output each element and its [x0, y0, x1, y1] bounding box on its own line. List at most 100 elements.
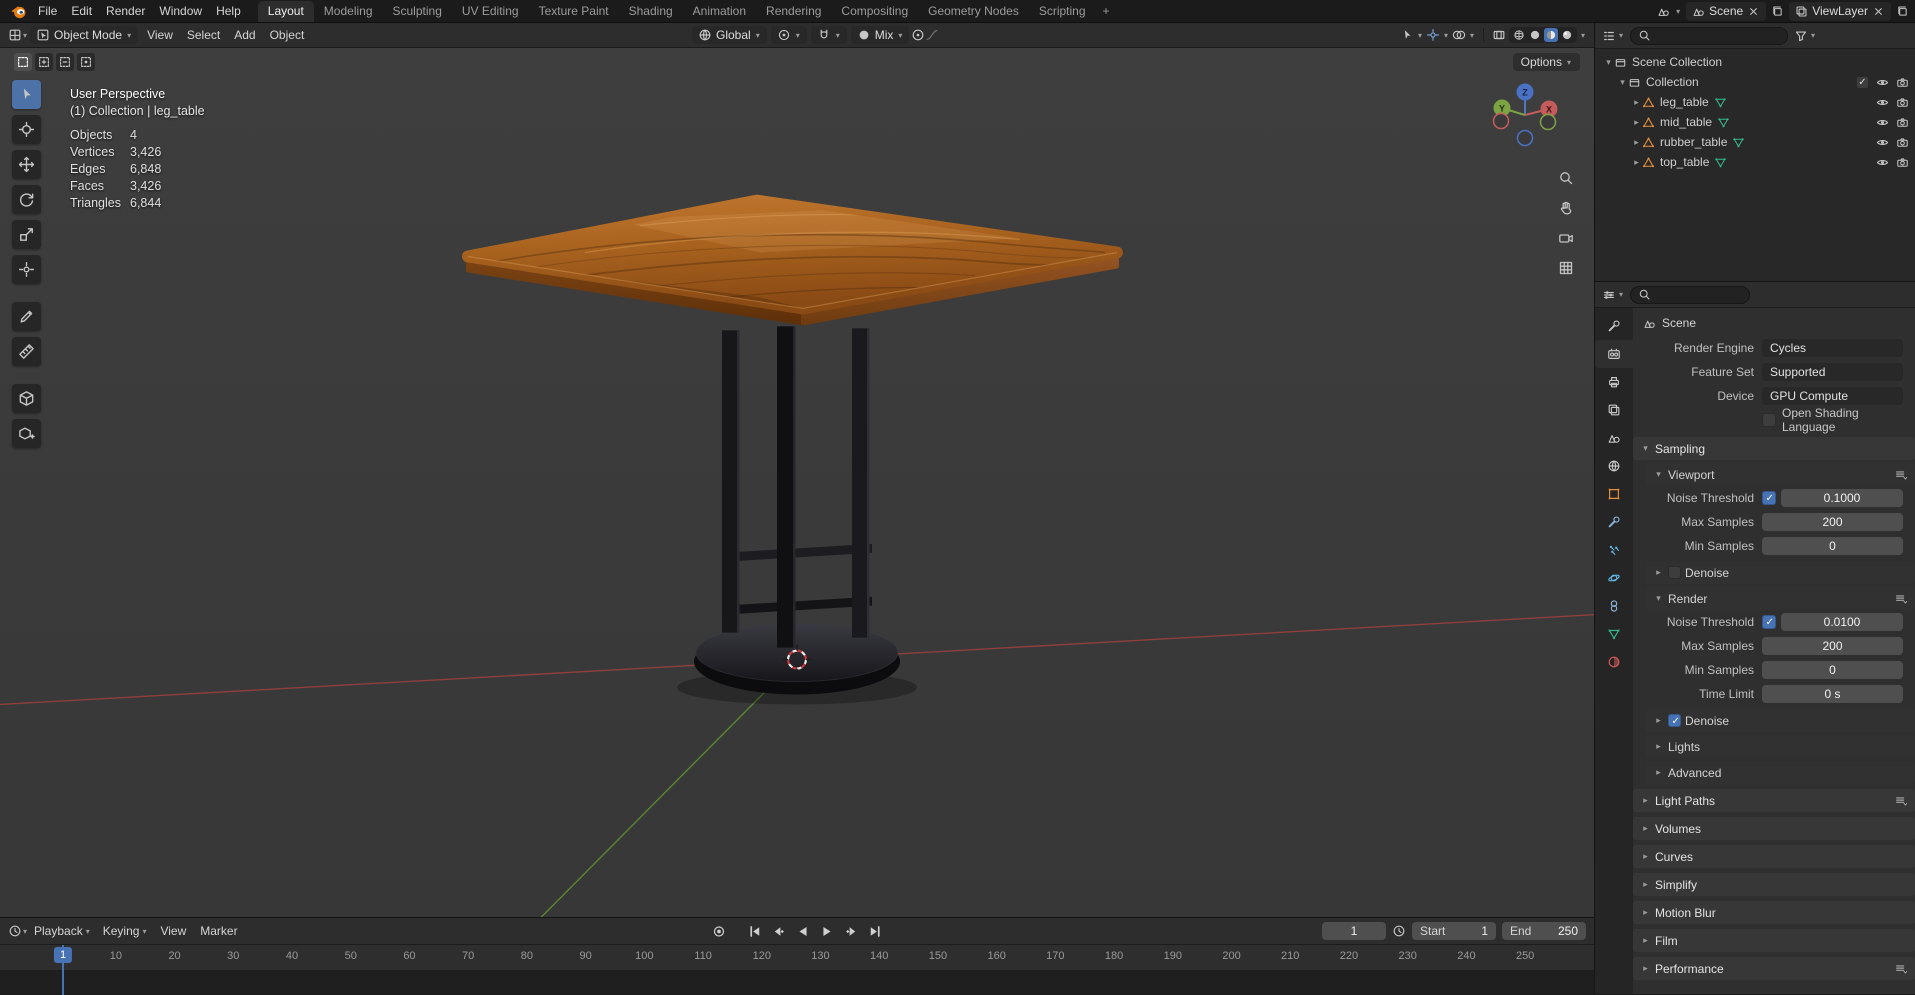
eye-icon[interactable] — [1876, 156, 1889, 169]
render-denoise-header[interactable]: ▸ Denoise — [1646, 709, 1915, 732]
end-frame-field[interactable]: End 250 — [1502, 922, 1586, 940]
simplify-panel-header[interactable]: ▸ Simplify — [1633, 873, 1915, 896]
tab-modifiers[interactable] — [1595, 508, 1633, 536]
film-panel-header[interactable]: ▸ Film — [1633, 929, 1915, 952]
shading-wireframe-button[interactable] — [1512, 28, 1526, 42]
exclude-checkbox[interactable]: ✓ — [1856, 75, 1869, 89]
select-box-tool[interactable] — [12, 80, 41, 109]
timeline-view-menu[interactable]: View — [153, 918, 193, 944]
menu-add[interactable]: Add — [227, 23, 262, 47]
presets-icon[interactable] — [1894, 592, 1908, 606]
table-legs[interactable] — [722, 326, 872, 648]
osl-checkbox[interactable] — [1762, 413, 1776, 427]
selectability-icon[interactable] — [1400, 28, 1414, 42]
tab-view-layer[interactable] — [1595, 396, 1633, 424]
snap-toggle[interactable]: ▾ — [810, 26, 847, 44]
noise-threshold-checkbox[interactable] — [1762, 615, 1776, 629]
current-frame-marker[interactable]: 1 — [53, 947, 73, 963]
camera-view-icon[interactable] — [1558, 230, 1574, 246]
scale-tool[interactable] — [12, 220, 41, 249]
orientation-select[interactable]: Global ▾ — [692, 26, 767, 44]
next-keyframe-button[interactable] — [841, 922, 862, 941]
mode-select[interactable]: Object Mode ▾ — [30, 26, 139, 44]
expand-icon[interactable]: ▾ — [1617, 77, 1628, 88]
cursor-tool[interactable] — [12, 115, 41, 144]
xray-toggle-icon[interactable] — [1492, 28, 1506, 42]
view-layer-selector[interactable]: ViewLayer — [1789, 1, 1891, 21]
tab-constraints[interactable] — [1595, 592, 1633, 620]
editor-type-icon[interactable] — [8, 28, 22, 42]
3d-viewport[interactable]: Options ▾ User Perspective (1) Collectio… — [0, 48, 1594, 917]
current-frame-field[interactable]: 1 — [1322, 922, 1386, 940]
sampling-viewport-header[interactable]: ▾ Viewport — [1646, 463, 1915, 486]
pan-hand-icon[interactable] — [1558, 200, 1574, 216]
jump-to-start-button[interactable] — [745, 922, 766, 941]
eye-icon[interactable] — [1876, 76, 1889, 89]
presets-icon[interactable] — [1894, 794, 1908, 808]
workspace-tab-sculpting[interactable]: Sculpting — [383, 1, 452, 22]
timeline-marker-menu[interactable]: Marker — [193, 918, 244, 944]
camera-icon[interactable] — [1896, 76, 1909, 89]
scene-browse-icon[interactable] — [1657, 5, 1670, 18]
tab-scene[interactable] — [1595, 424, 1633, 452]
expand-icon[interactable]: ▸ — [1631, 117, 1642, 128]
pivot-select[interactable]: ▾ — [770, 26, 807, 44]
expand-icon[interactable]: ▸ — [1631, 157, 1642, 168]
workspace-tab-layout[interactable]: Layout — [257, 1, 314, 22]
min-samples-field[interactable]: 0 — [1762, 661, 1903, 679]
blender-logo-icon[interactable] — [10, 3, 27, 20]
advanced-panel-header[interactable]: ▸ Advanced — [1646, 761, 1915, 784]
workspace-tab-shading[interactable]: Shading — [619, 1, 683, 22]
menu-view[interactable]: View — [140, 23, 180, 47]
workspace-tab-animation[interactable]: Animation — [683, 1, 756, 22]
overlays-toggle-icon[interactable] — [1452, 28, 1466, 42]
tab-object-data[interactable] — [1595, 620, 1633, 648]
preview-range-icon[interactable] — [1392, 924, 1406, 938]
shading-solid-button[interactable] — [1528, 28, 1542, 42]
presets-icon[interactable] — [1894, 468, 1908, 482]
new-scene-icon[interactable] — [1771, 5, 1784, 18]
light-paths-panel-header[interactable]: ▸ Light Paths — [1633, 789, 1915, 812]
device-select[interactable]: GPU Compute — [1762, 387, 1903, 405]
menu-object[interactable]: Object — [263, 23, 312, 47]
properties-search-input[interactable] — [1630, 285, 1751, 304]
noise-threshold-checkbox[interactable] — [1762, 491, 1776, 505]
max-samples-field[interactable]: 200 — [1762, 637, 1903, 655]
tree-row-scene-collection[interactable]: ▾ Scene Collection — [1595, 52, 1915, 72]
camera-icon[interactable] — [1896, 96, 1909, 109]
proportional-edit-icon[interactable] — [911, 28, 925, 42]
select-mode-extend-button[interactable] — [35, 53, 53, 71]
select-mode-subtract-button[interactable] — [56, 53, 74, 71]
menu-help[interactable]: Help — [209, 0, 248, 22]
menu-file[interactable]: File — [31, 0, 64, 22]
editor-type-icon[interactable] — [1602, 288, 1616, 302]
motion-blur-panel-header[interactable]: ▸ Motion Blur — [1633, 901, 1915, 924]
camera-icon[interactable] — [1896, 156, 1909, 169]
move-tool[interactable] — [12, 150, 41, 179]
add-cube-tool[interactable] — [12, 384, 41, 413]
tree-row-object[interactable]: ▸ mid_table — [1595, 112, 1915, 132]
camera-icon[interactable] — [1896, 136, 1909, 149]
gizmos-toggle-icon[interactable] — [1426, 28, 1440, 42]
sampling-panel-header[interactable]: ▾ Sampling — [1633, 437, 1915, 460]
lights-panel-header[interactable]: ▸ Lights — [1646, 735, 1915, 758]
shading-material-button[interactable] — [1543, 28, 1558, 42]
table-top[interactable] — [462, 194, 1123, 326]
tab-physics[interactable] — [1595, 564, 1633, 592]
min-samples-field[interactable]: 0 — [1762, 537, 1903, 555]
tab-render[interactable] — [1595, 340, 1633, 368]
editor-type-icon[interactable] — [8, 924, 22, 938]
volumes-panel-header[interactable]: ▸ Volumes — [1633, 817, 1915, 840]
add-workspace-button[interactable]: + — [1096, 1, 1117, 22]
falloff-curve-icon[interactable] — [925, 28, 939, 42]
tree-row-collection[interactable]: ▾ Collection ✓ — [1595, 72, 1915, 92]
rotate-tool[interactable] — [12, 185, 41, 214]
noise-threshold-field[interactable]: 0.1000 — [1781, 489, 1903, 507]
denoise-checkbox[interactable] — [1668, 566, 1681, 579]
start-frame-field[interactable]: Start 1 — [1412, 922, 1496, 940]
tree-row-object[interactable]: ▸ top_table — [1595, 152, 1915, 172]
timeline-track[interactable] — [0, 970, 1594, 994]
time-limit-field[interactable]: 0 s — [1762, 685, 1903, 703]
eye-icon[interactable] — [1876, 96, 1889, 109]
sampling-render-header[interactable]: ▾ Render — [1646, 587, 1915, 610]
